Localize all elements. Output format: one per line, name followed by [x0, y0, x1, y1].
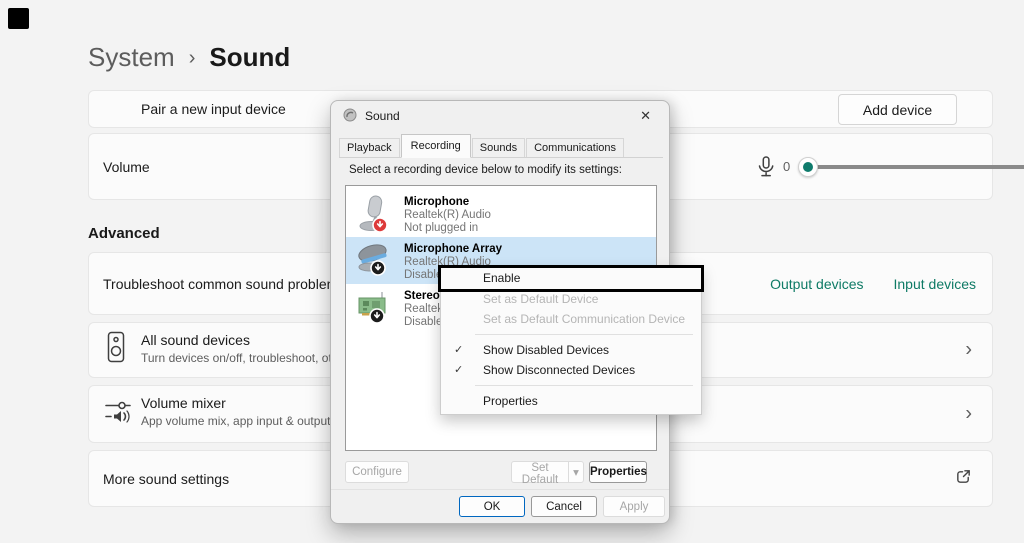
sound-dialog-icon [343, 108, 357, 125]
menu-item-show-disconnected-devices[interactable]: ✓ Show Disconnected Devices [441, 360, 701, 380]
speaker-device-icon [105, 332, 127, 369]
device-driver: Realtek(R) Audio [404, 209, 491, 222]
cancel-button[interactable]: Cancel [531, 496, 597, 517]
tab-playback[interactable]: Playback [339, 138, 400, 157]
volume-slider-knob[interactable] [798, 157, 818, 177]
device-name: Microphone [404, 196, 491, 209]
tab-sounds[interactable]: Sounds [472, 138, 525, 157]
external-link-icon [955, 468, 972, 490]
volume-mixer-icon [105, 399, 133, 430]
troubleshoot-links: Output devices Input devices [770, 253, 976, 314]
device-status: Not plugged in [404, 222, 491, 235]
device-microphone[interactable]: Microphone Realtek(R) Audio Not plugged … [346, 190, 656, 237]
advanced-heading: Advanced [88, 225, 160, 242]
sound-settings-screen: System › Sound Pair a new input device A… [0, 0, 1024, 543]
microphone-array-icon [356, 241, 392, 284]
menu-item-label: Show Disabled Devices [483, 343, 609, 357]
corner-marker [8, 8, 29, 29]
tab-communications[interactable]: Communications [526, 138, 624, 157]
output-devices-link[interactable]: Output devices [770, 276, 863, 292]
menu-separator [475, 334, 693, 335]
page-title: Sound [209, 42, 290, 73]
sound-card-icon [356, 288, 392, 331]
set-default-button[interactable]: Set Default [511, 461, 569, 483]
menu-item-properties[interactable]: Properties [441, 391, 701, 411]
checkmark-icon: ✓ [454, 360, 463, 380]
menu-item-enable[interactable]: Enable [441, 268, 701, 289]
dialog-footer: OK Cancel Apply [331, 489, 669, 523]
breadcrumb-separator-icon: › [189, 45, 196, 70]
close-icon[interactable]: ✕ [634, 106, 657, 126]
breadcrumb: System › Sound [88, 42, 290, 73]
microphone-icon [755, 156, 777, 183]
chevron-right-icon: › [965, 403, 972, 426]
checkmark-icon: ✓ [454, 340, 463, 360]
chevron-right-icon: › [965, 339, 972, 362]
apply-button[interactable]: Apply [603, 496, 665, 517]
desktop-microphone-icon [356, 194, 392, 237]
set-default-dropdown-icon[interactable]: ▾ [568, 461, 584, 483]
configure-button[interactable]: Configure [345, 461, 409, 483]
ok-button[interactable]: OK [459, 496, 525, 517]
volume-label: Volume [103, 159, 150, 175]
context-menu: Enable Set as Default Device Set as Defa… [440, 266, 702, 415]
troubleshoot-label: Troubleshoot common sound problems [103, 276, 345, 292]
input-devices-link[interactable]: Input devices [894, 276, 977, 292]
dialog-titlebar[interactable]: Sound ✕ [331, 101, 669, 131]
device-name: Microphone Array [404, 243, 502, 256]
dialog-title: Sound [365, 109, 400, 123]
menu-item-label: Show Disconnected Devices [483, 363, 635, 377]
properties-button[interactable]: Properties [589, 461, 647, 483]
menu-item-show-disabled-devices[interactable]: ✓ Show Disabled Devices [441, 340, 701, 360]
volume-value: 0 [783, 159, 790, 174]
breadcrumb-system[interactable]: System [88, 42, 175, 73]
add-device-button[interactable]: Add device [838, 94, 957, 125]
dialog-tabs: Playback Recording Sounds Communications [339, 134, 663, 158]
menu-item-set-as-default-communication-device: Set as Default Communication Device [441, 309, 701, 329]
more-sound-settings-label: More sound settings [103, 471, 229, 487]
menu-separator [475, 385, 693, 386]
pair-input-device-label: Pair a new input device [141, 101, 286, 117]
tab-recording[interactable]: Recording [401, 134, 471, 158]
dialog-instruction: Select a recording device below to modif… [349, 164, 622, 176]
volume-slider-track[interactable] [801, 165, 1024, 169]
menu-item-set-as-default-device: Set as Default Device [441, 289, 701, 309]
